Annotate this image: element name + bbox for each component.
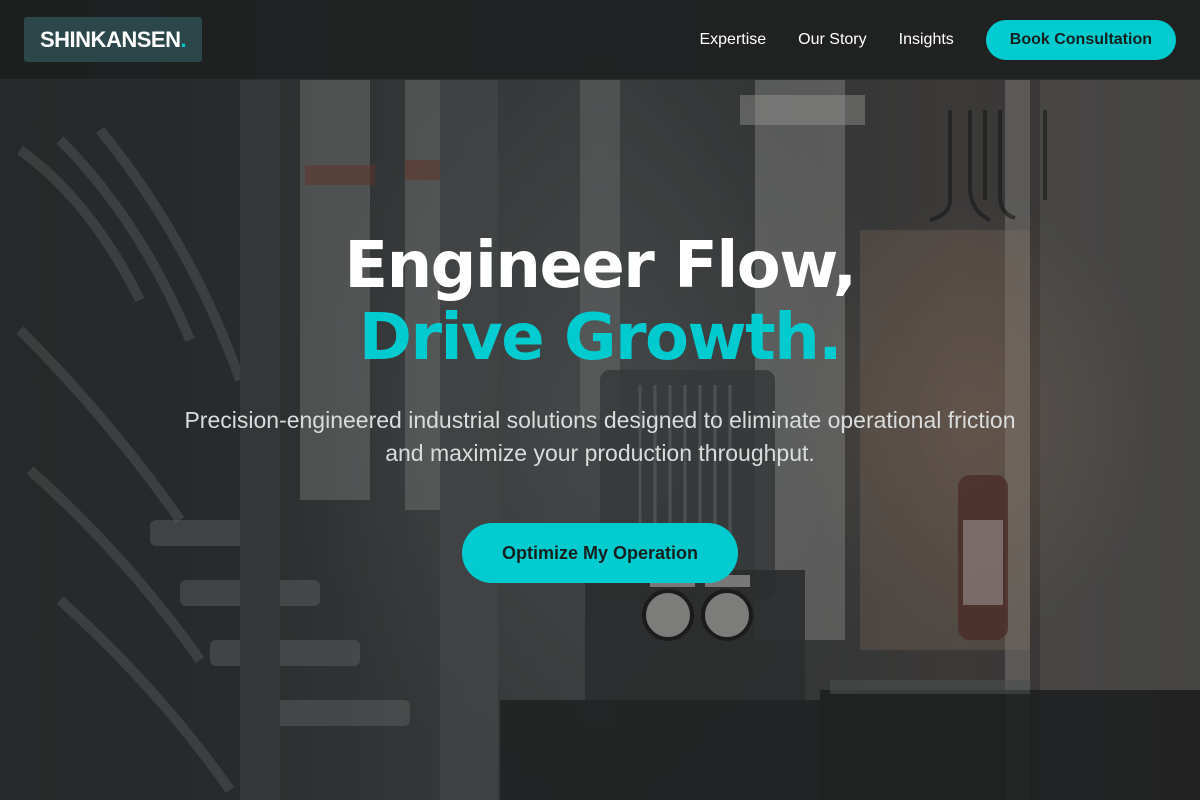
hero-section: SHINKANSEN. Expertise Our Story Insights…: [0, 0, 1200, 800]
nav-link-insights[interactable]: Insights: [899, 31, 954, 49]
hero-headline-line1: Engineer Flow,: [344, 229, 857, 303]
book-consultation-button[interactable]: Book Consultation: [985, 19, 1176, 60]
hero-content: Engineer Flow, Drive Growth. Precision-e…: [0, 230, 1200, 583]
site-header: SHINKANSEN. Expertise Our Story Insights…: [0, 0, 1200, 80]
nav-link-expertise[interactable]: Expertise: [699, 31, 766, 49]
hero-subtext: Precision-engineered industrial solution…: [184, 407, 1016, 466]
brand-logo[interactable]: SHINKANSEN.: [24, 17, 203, 62]
brand-logo-text: SHINKANSEN: [40, 26, 181, 52]
nav-link-our-story[interactable]: Our Story: [798, 31, 866, 49]
optimize-operation-button[interactable]: Optimize My Operation: [461, 523, 739, 583]
brand-logo-dot: .: [180, 26, 187, 52]
main-nav: Expertise Our Story Insights Book Consul…: [699, 19, 1176, 60]
hero-headline-line2: Drive Growth.: [358, 301, 843, 375]
hero-headline: Engineer Flow, Drive Growth.: [0, 230, 1200, 374]
